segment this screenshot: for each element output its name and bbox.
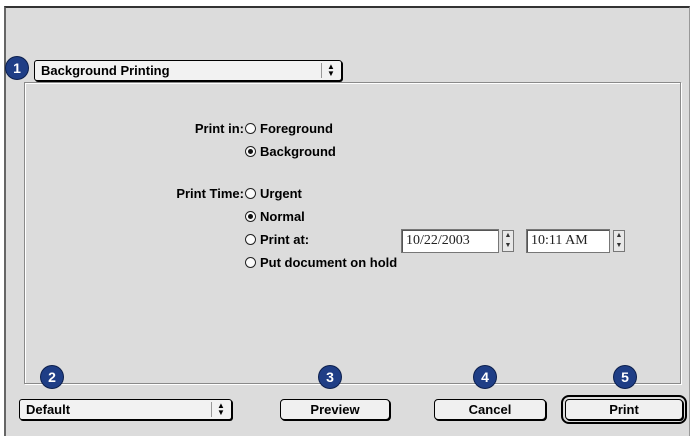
radio-normal[interactable]: Normal bbox=[245, 209, 305, 224]
radio-button-icon bbox=[245, 257, 256, 268]
print-time-label: Print Time: bbox=[176, 186, 244, 201]
radio-put-on-hold[interactable]: Put document on hold bbox=[245, 255, 397, 270]
radio-urgent-label: Urgent bbox=[260, 186, 302, 201]
radio-foreground-label: Foreground bbox=[260, 121, 333, 136]
panel-popup-menu[interactable]: Background Printing ▲ ▼ bbox=[34, 60, 342, 81]
radio-button-selected-icon bbox=[245, 146, 256, 157]
radio-button-icon bbox=[245, 123, 256, 134]
radio-foreground[interactable]: Foreground bbox=[245, 121, 333, 136]
radio-background[interactable]: Background bbox=[245, 144, 336, 159]
updown-arrows-icon: ▲ ▼ bbox=[211, 402, 228, 417]
panel-popup-label: Background Printing bbox=[41, 63, 170, 78]
radio-normal-label: Normal bbox=[260, 209, 305, 224]
callout-badge-4: 4 bbox=[474, 366, 496, 388]
radio-button-icon bbox=[245, 188, 256, 199]
print-time-field[interactable]: 10:11 AM bbox=[526, 229, 610, 253]
callout-badge-1: 1 bbox=[6, 57, 28, 79]
preset-popup-menu[interactable]: Default ▲ ▼ bbox=[19, 399, 232, 420]
radio-put-on-hold-label: Put document on hold bbox=[260, 255, 398, 270]
updown-arrows-icon: ▲ ▼ bbox=[321, 63, 338, 78]
preview-button[interactable]: Preview bbox=[280, 399, 390, 420]
preset-popup-label: Default bbox=[26, 402, 71, 417]
callout-badge-3: 3 bbox=[319, 366, 341, 388]
radio-button-selected-icon bbox=[245, 211, 256, 222]
radio-print-at-label: Print at: bbox=[260, 232, 310, 247]
callout-badge-5: 5 bbox=[614, 366, 636, 388]
callout-badge-2: 2 bbox=[41, 366, 63, 388]
time-stepper[interactable]: ▲ ▼ bbox=[613, 230, 625, 252]
print-date-field[interactable]: 10/22/2003 bbox=[401, 229, 499, 253]
cancel-button[interactable]: Cancel bbox=[434, 399, 546, 420]
radio-urgent[interactable]: Urgent bbox=[245, 186, 302, 201]
print-button[interactable]: Print bbox=[561, 395, 687, 424]
date-stepper[interactable]: ▲ ▼ bbox=[502, 230, 514, 252]
radio-print-at[interactable]: Print at: bbox=[245, 232, 309, 247]
radio-button-icon bbox=[245, 234, 256, 245]
print-in-label: Print in: bbox=[194, 121, 244, 136]
radio-background-label: Background bbox=[260, 144, 336, 159]
